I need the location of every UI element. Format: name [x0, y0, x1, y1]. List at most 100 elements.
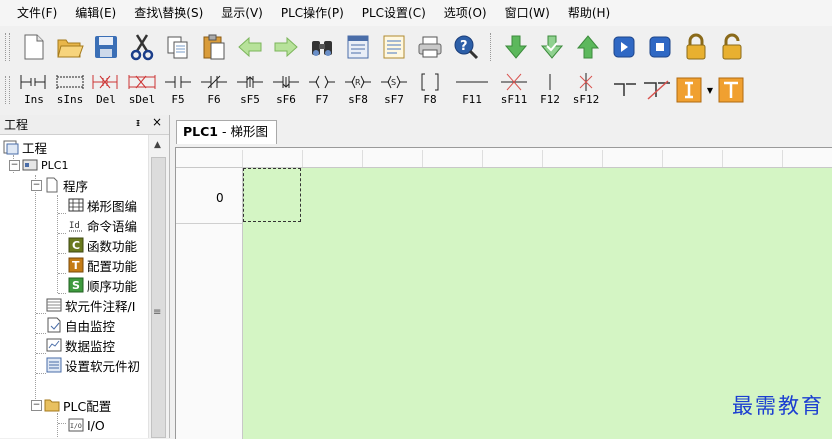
tree-config[interactable]: T 配置功能 [68, 255, 137, 275]
ladder-tool-sf6-button[interactable]: sF6 [268, 71, 304, 109]
menu-help[interactable]: 帮助(H) [559, 0, 619, 26]
ladder-tool-f5-button[interactable]: F5 [160, 71, 196, 109]
ladder-tool-ins-button[interactable]: Ins [16, 71, 52, 109]
back-button[interactable] [232, 29, 268, 65]
ladder-tool-f8-button[interactable]: F8 [412, 71, 448, 109]
menu-edit[interactable]: 编辑(E) [66, 0, 125, 26]
dropdown-arrow-button[interactable]: ▼ [704, 72, 716, 108]
ladder-tool-sdel-button[interactable]: sDel [124, 71, 160, 109]
tree-free-monitor[interactable]: 自由监控 [46, 315, 115, 335]
ladder-tool-sins-button[interactable]: sIns [52, 71, 88, 109]
copy-button[interactable] [160, 29, 196, 65]
tab-ladder-editor[interactable]: PLC1 - 梯形图 [176, 120, 277, 144]
tree-ladder[interactable]: 梯形图编 [68, 195, 137, 215]
vertical-line-icon [549, 74, 551, 90]
tree-program[interactable]: 程序 [44, 175, 88, 195]
scroll-thumb[interactable] [151, 157, 166, 438]
forward-button[interactable] [268, 29, 304, 65]
menu-options[interactable]: 选项(O) [435, 0, 496, 26]
ladder-tool-f12-button[interactable]: F12 [532, 71, 568, 109]
tree-sequence[interactable]: S 顺序功能 [68, 275, 137, 295]
tree-io[interactable]: I/O I/O [68, 415, 105, 435]
menu-plc-operation[interactable]: PLC操作(P) [272, 0, 353, 26]
edit-cursor[interactable] [243, 168, 301, 222]
stop-button[interactable] [642, 29, 678, 65]
print-preview-button[interactable] [376, 29, 412, 65]
menu-view[interactable]: 显示(V) [212, 0, 272, 26]
save-button[interactable] [88, 29, 124, 65]
delete-branch-button[interactable] [640, 72, 674, 108]
collapse-toggle[interactable]: − [9, 160, 20, 171]
menu-find-replace[interactable]: 查找\替换(S) [125, 0, 212, 26]
tree-root-label: 工程 [22, 140, 48, 156]
ladder-tool-sf7-button[interactable]: SsF7 [376, 71, 412, 109]
ladder-tool-sf11-button[interactable]: sF11 [496, 71, 532, 109]
instruction-i-icon [676, 77, 702, 103]
tree-device-init[interactable]: 设置软元件初 [46, 355, 140, 375]
run-icon [613, 36, 635, 58]
toolbar-grip[interactable] [5, 76, 10, 104]
paste-button[interactable] [196, 29, 232, 65]
verify-download-button[interactable] [534, 29, 570, 65]
ladder-tool-label: Del [96, 93, 116, 106]
delete-horizontal-line-icon [501, 73, 527, 91]
delete-column-icon [92, 75, 118, 89]
lock-button[interactable] [678, 29, 714, 65]
toolbar-grip[interactable] [5, 33, 10, 61]
pin-icon[interactable]: ᵻ [136, 116, 140, 129]
tree-config-label: 配置功能 [87, 258, 138, 274]
ladder-tool-sf12-button[interactable]: sF12 [568, 71, 604, 109]
arrow-right-icon [274, 36, 298, 58]
run-button[interactable] [606, 29, 642, 65]
tree-comments[interactable]: 软元件注释/I [46, 295, 135, 315]
find-button[interactable] [304, 29, 340, 65]
config-t-icon: T [68, 257, 84, 273]
ladder-tool-sf8-button[interactable]: RsF8 [340, 71, 376, 109]
download-button[interactable] [498, 29, 534, 65]
close-icon[interactable]: × [152, 115, 162, 129]
ladder-tool-label: F7 [315, 93, 329, 106]
help-search-button[interactable]: ? [448, 29, 484, 65]
tree-function[interactable]: C 函数功能 [68, 235, 137, 255]
new-file-button[interactable] [16, 29, 52, 65]
cut-button[interactable] [124, 29, 160, 65]
tree-instruction[interactable]: Id 命令语编 [68, 215, 137, 235]
unlock-button[interactable] [714, 29, 750, 65]
binoculars-icon [312, 41, 332, 56]
insert-timer-button[interactable] [716, 72, 746, 108]
collapse-toggle[interactable]: − [31, 180, 42, 191]
tree-data-monitor-label: 数据监控 [65, 338, 116, 354]
ladder-tool-label: sF7 [384, 93, 404, 106]
tree-plc[interactable]: PLC1 [22, 155, 68, 175]
open-folder-button[interactable] [52, 29, 88, 65]
ladder-tool-label: Ins [24, 93, 44, 106]
document-lines-icon [383, 35, 405, 59]
ladder-tool-f6-button[interactable]: F6 [196, 71, 232, 109]
ladder-tool-del-button[interactable]: Del [88, 71, 124, 109]
insert-column-icon [20, 75, 46, 89]
collapse-toggle[interactable]: − [31, 400, 42, 411]
scroll-up-arrow-icon[interactable]: ▲ [154, 140, 161, 150]
svg-text:S: S [391, 78, 396, 87]
print-button[interactable] [412, 29, 448, 65]
ladder-tool-f11-button[interactable]: F11 [448, 71, 496, 109]
tree-data-monitor[interactable]: 数据监控 [46, 335, 115, 355]
sequence-s-icon: S [68, 277, 84, 293]
upload-button[interactable] [570, 29, 606, 65]
instruction-list-icon: Id [69, 221, 83, 232]
insert-instruction-button[interactable] [674, 72, 704, 108]
ladder-tool-f7-button[interactable]: F7 [304, 71, 340, 109]
svg-text:T: T [72, 259, 80, 272]
ladder-tool-label: sIns [56, 93, 84, 106]
open-branch-button[interactable] [610, 72, 640, 108]
menu-file[interactable]: 文件(F) [8, 0, 66, 26]
device-list-button[interactable] [340, 29, 376, 65]
ladder-tool-sf5-button[interactable]: sF5 [232, 71, 268, 109]
menu-window[interactable]: 窗口(W) [496, 0, 559, 26]
tree-plc-config[interactable]: PLC配置 [44, 395, 111, 415]
svg-text:Id: Id [69, 221, 80, 231]
tree-scrollbar[interactable]: ▲ ≡ [148, 135, 169, 438]
menu-plc-settings[interactable]: PLC设置(C) [353, 0, 435, 26]
scroll-grip-icon: ≡ [153, 307, 162, 318]
tree-root[interactable]: 工程 [3, 137, 47, 157]
